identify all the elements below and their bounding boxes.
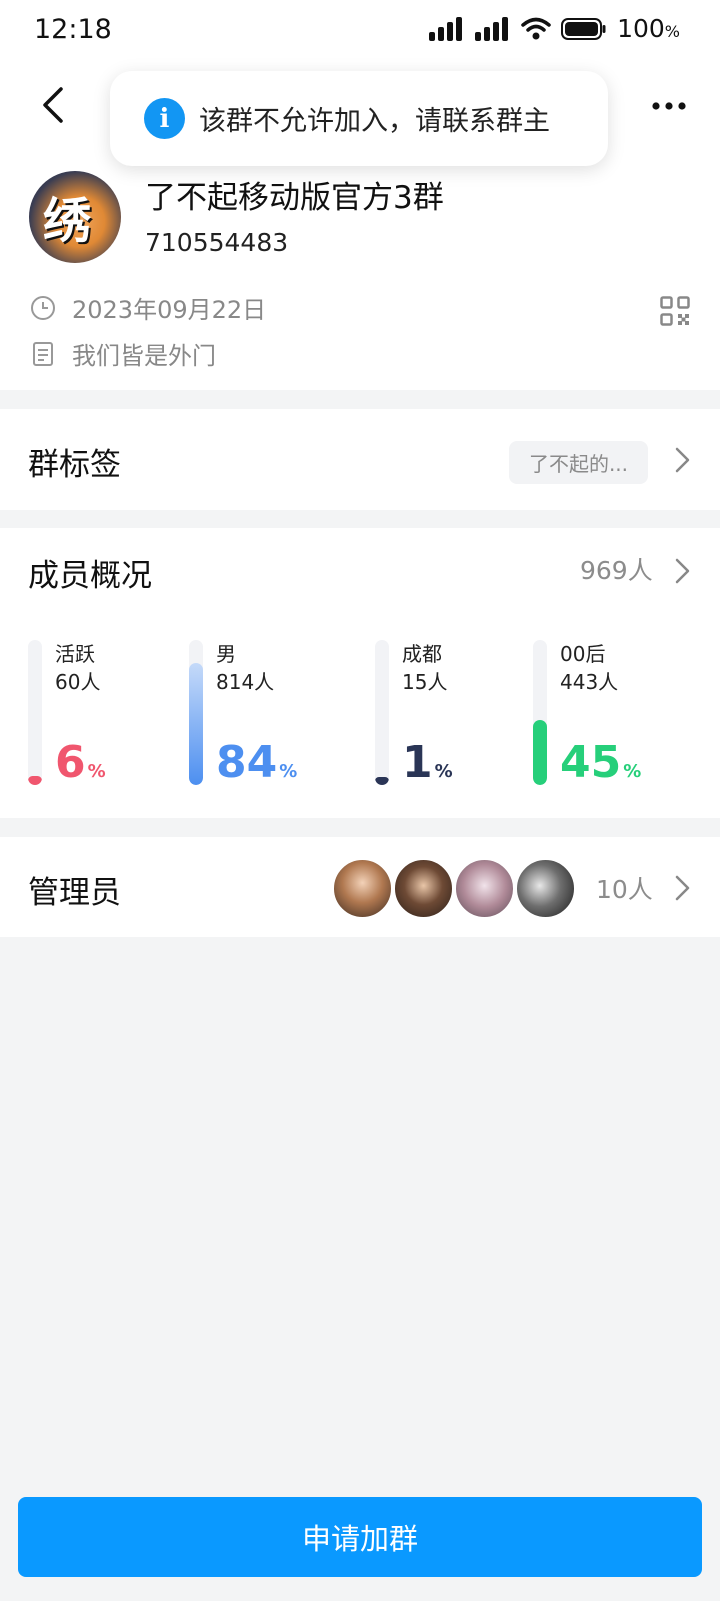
stat-percent: 45% <box>560 737 642 788</box>
group-avatar[interactable]: 绣 <box>29 171 121 263</box>
join-group-button[interactable]: 申请加群 <box>18 1497 702 1577</box>
qr-code-icon[interactable] <box>660 296 690 326</box>
avatar-art: 绣 <box>43 193 92 249</box>
toast-notification: i 该群不允许加入，请联系群主 <box>110 71 608 166</box>
document-icon <box>30 341 56 367</box>
status-icons: 100% <box>429 14 680 43</box>
stat-bar-track <box>533 640 547 785</box>
back-arrow-icon <box>43 87 63 123</box>
member-overview-section: 成员概况 969人 活跃 60人 6% 男 814人 84% 成都 15人 1% 00… <box>0 528 720 818</box>
stat-label: 活跃 60人 <box>55 642 101 694</box>
stat-label: 00后 443人 <box>560 642 619 694</box>
description-row: 我们皆是外门 <box>30 336 216 371</box>
member-overview-title: 成员概况 <box>28 558 152 594</box>
tag-chip: 了不起的... <box>509 441 648 484</box>
back-button[interactable] <box>28 80 78 130</box>
stat-bar-fill <box>189 663 203 785</box>
toast-text: 该群不允许加入，请联系群主 <box>199 106 550 137</box>
group-tags-title: 群标签 <box>28 447 121 483</box>
stat-bar-track <box>189 640 203 785</box>
group-id: 710554483 <box>145 228 289 257</box>
status-time: 12:18 <box>34 14 112 45</box>
admin-avatar <box>454 858 515 919</box>
admins-row[interactable]: 管理员 10人 <box>0 837 720 937</box>
stat-label: 男 814人 <box>216 642 275 694</box>
group-tags-row[interactable]: 群标签 了不起的... <box>0 409 720 510</box>
stat-bar-track <box>375 640 389 785</box>
stat-bar-track <box>28 640 42 785</box>
info-icon: i <box>144 98 185 139</box>
group-name: 了不起移动版官方3群 <box>145 180 444 216</box>
more-dots-icon <box>652 102 686 110</box>
created-date: 2023年09月22日 <box>72 296 267 324</box>
chevron-right-icon[interactable] <box>674 557 692 585</box>
member-stats: 活跃 60人 6% 男 814人 84% 成都 15人 1% 00后 443人 45% <box>0 620 720 800</box>
wifi-icon <box>521 17 551 39</box>
stat-label: 成都 15人 <box>402 642 448 694</box>
stat-percent: 6% <box>55 737 106 788</box>
stat-bar-fill <box>28 776 42 785</box>
member-count[interactable]: 969人 <box>580 551 653 587</box>
stat-bar-fill <box>533 720 547 785</box>
chevron-right-icon <box>675 875 690 901</box>
signal-icon <box>429 16 463 41</box>
created-date-row: 2023年09月22日 <box>30 290 266 325</box>
admins-title: 管理员 <box>28 875 121 911</box>
stat-bar-fill <box>375 777 389 785</box>
admin-count: 10人 <box>596 875 653 904</box>
stat-percent: 84% <box>216 737 298 788</box>
clock-icon <box>30 295 56 321</box>
admin-avatar <box>515 858 576 919</box>
battery-icon <box>561 17 606 40</box>
group-description: 我们皆是外门 <box>72 342 216 370</box>
battery-level: 100% <box>617 14 680 43</box>
admin-avatar <box>332 858 393 919</box>
chevron-right-icon <box>675 447 690 473</box>
more-button[interactable] <box>644 88 694 124</box>
admin-avatar <box>393 858 454 919</box>
stat-percent: 1% <box>402 737 453 788</box>
signal-icon-2 <box>475 16 509 41</box>
